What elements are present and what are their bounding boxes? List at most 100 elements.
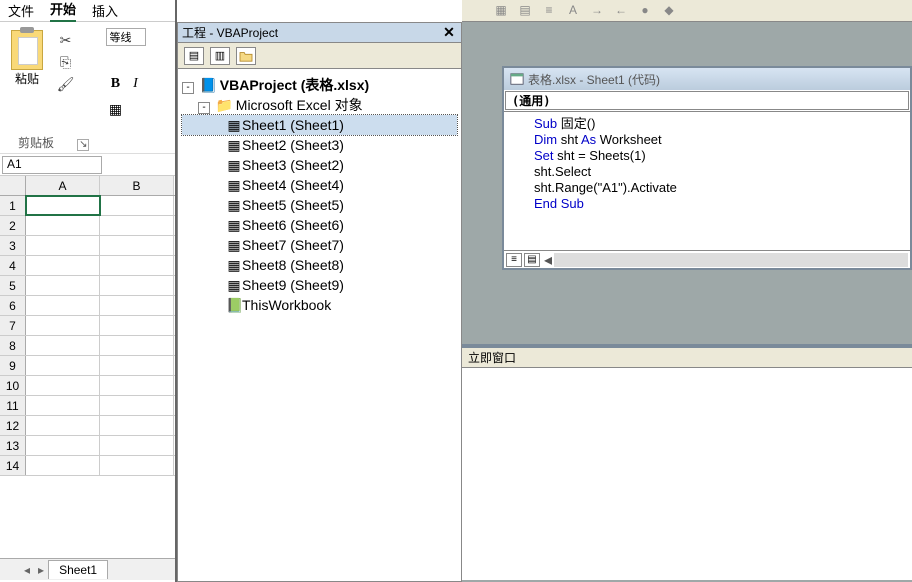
row-header[interactable]: 1 (0, 196, 26, 215)
sheet-tab[interactable]: Sheet1 (48, 560, 108, 579)
cell[interactable] (26, 416, 100, 435)
toolbar-button[interactable]: A (564, 3, 582, 19)
row-header[interactable]: 8 (0, 336, 26, 355)
cell[interactable] (100, 196, 174, 215)
full-view-button[interactable]: ▤ (524, 253, 540, 267)
row-header[interactable]: 13 (0, 436, 26, 455)
cell[interactable] (100, 456, 174, 475)
collapse-icon[interactable]: - (182, 82, 194, 94)
clipboard-dialog-launcher[interactable]: ↘ (77, 139, 89, 151)
outdent-button[interactable]: ← (612, 3, 630, 19)
cell[interactable] (26, 236, 100, 255)
toolbar-button[interactable]: ▦ (492, 3, 510, 19)
copy-button[interactable]: ⎘ (54, 54, 76, 74)
cell[interactable] (26, 256, 100, 275)
row-header[interactable]: 2 (0, 216, 26, 235)
row-header[interactable]: 10 (0, 376, 26, 395)
cut-button[interactable]: ✂ (54, 32, 76, 52)
collapse-icon[interactable]: - (198, 102, 210, 114)
tree-item-sheet[interactable]: ▦Sheet9 (Sheet9) (182, 275, 457, 295)
worksheet-grid[interactable]: A B 1234567891011121314 ◂ ▸ Sheet1 (0, 176, 175, 580)
row-header[interactable]: 9 (0, 356, 26, 375)
cell[interactable] (26, 436, 100, 455)
code-editor[interactable]: Sub 固定()Dim sht As WorksheetSet sht = Sh… (504, 112, 910, 216)
tab-insert[interactable]: 插入 (92, 1, 118, 20)
tree-item-sheet[interactable]: ▦Sheet3 (Sheet2) (182, 155, 457, 175)
horizontal-scrollbar[interactable] (554, 253, 908, 267)
toolbar-button[interactable]: ≡ (540, 3, 558, 19)
name-box[interactable]: A1 (2, 156, 102, 174)
toolbar-button[interactable]: ▤ (516, 3, 534, 19)
cell[interactable] (26, 376, 100, 395)
col-header[interactable]: B (100, 176, 174, 195)
breakpoint-button[interactable]: ● (636, 3, 654, 19)
cell[interactable] (100, 216, 174, 235)
indent-button[interactable]: → (588, 3, 606, 19)
cell[interactable] (26, 216, 100, 235)
cell[interactable] (100, 296, 174, 315)
row-header[interactable]: 6 (0, 296, 26, 315)
border-button[interactable]: ▦ (106, 102, 124, 120)
cell[interactable] (100, 316, 174, 335)
tree-item-sheet[interactable]: ▦Sheet6 (Sheet6) (182, 215, 457, 235)
tree-item-sheet[interactable]: ▦Sheet7 (Sheet7) (182, 235, 457, 255)
select-all-corner[interactable] (0, 176, 26, 195)
row-header[interactable]: 12 (0, 416, 26, 435)
grid-row: 5 (0, 276, 175, 296)
cell[interactable] (26, 276, 100, 295)
paste-button[interactable]: 粘贴 (4, 26, 50, 96)
bookmark-button[interactable]: ◆ (660, 3, 678, 19)
cell[interactable] (100, 396, 174, 415)
cell[interactable] (100, 276, 174, 295)
tree-item-sheet[interactable]: ▦Sheet1 (Sheet1) (182, 115, 457, 135)
toggle-folders-button[interactable] (236, 47, 256, 65)
tree-item-label: Sheet2 (Sheet3) (242, 137, 344, 153)
view-object-button[interactable]: ▥ (210, 47, 230, 65)
tab-file[interactable]: 文件 (8, 1, 34, 20)
tab-home[interactable]: 开始 (50, 0, 76, 22)
view-code-button[interactable]: ▤ (184, 47, 204, 65)
vba-project-explorer: 工程 - VBAProject ✕ ▤ ▥ - 📘 VBAProject (表格… (177, 22, 462, 582)
cell[interactable] (26, 196, 100, 215)
cell[interactable] (100, 256, 174, 275)
cell[interactable] (26, 356, 100, 375)
tree-item-sheet[interactable]: ▦Sheet4 (Sheet4) (182, 175, 457, 195)
row-header[interactable]: 5 (0, 276, 26, 295)
cell[interactable] (26, 336, 100, 355)
font-name-combo[interactable]: 等线 (106, 28, 146, 46)
col-header[interactable]: A (26, 176, 100, 195)
cell[interactable] (26, 296, 100, 315)
tree-item-sheet[interactable]: ▦Sheet8 (Sheet8) (182, 255, 457, 275)
cell[interactable] (26, 396, 100, 415)
row-header[interactable]: 4 (0, 256, 26, 275)
cell[interactable] (100, 416, 174, 435)
cell[interactable] (26, 456, 100, 475)
row-header[interactable]: 7 (0, 316, 26, 335)
procedure-view-button[interactable]: ≡ (506, 253, 522, 267)
cell[interactable] (100, 336, 174, 355)
row-header[interactable]: 11 (0, 396, 26, 415)
sheet-nav-next[interactable]: ▸ (38, 563, 44, 577)
tree-item-sheet[interactable]: ▦Sheet2 (Sheet3) (182, 135, 457, 155)
object-combo[interactable]: (通用) (505, 91, 909, 110)
close-icon[interactable]: ✕ (441, 25, 457, 41)
row-header[interactable]: 3 (0, 236, 26, 255)
sheet-nav-prev[interactable]: ◂ (24, 563, 30, 577)
worksheet-icon: ▦ (226, 155, 242, 175)
cell[interactable] (100, 356, 174, 375)
italic-button[interactable]: I (126, 76, 144, 94)
tree-item-sheet[interactable]: ▦Sheet5 (Sheet5) (182, 195, 457, 215)
format-painter-button[interactable]: 🖌 (54, 76, 76, 96)
cell[interactable] (100, 436, 174, 455)
row-header[interactable]: 14 (0, 456, 26, 475)
cell[interactable] (100, 236, 174, 255)
tree-root[interactable]: - 📘 VBAProject (表格.xlsx) (182, 75, 457, 95)
cell[interactable] (26, 316, 100, 335)
cell[interactable] (100, 376, 174, 395)
scroll-left-icon[interactable]: ◂ (544, 250, 552, 270)
bold-button[interactable]: B (106, 76, 124, 94)
immediate-window[interactable]: 立即窗口 (462, 344, 912, 580)
clipboard-side-buttons: ✂ ⎘ 🖌 (54, 32, 76, 98)
tree-folder[interactable]: - 📁 Microsoft Excel 对象 (182, 95, 457, 115)
tree-item-thisworkbook[interactable]: 📗ThisWorkbook (182, 295, 457, 315)
